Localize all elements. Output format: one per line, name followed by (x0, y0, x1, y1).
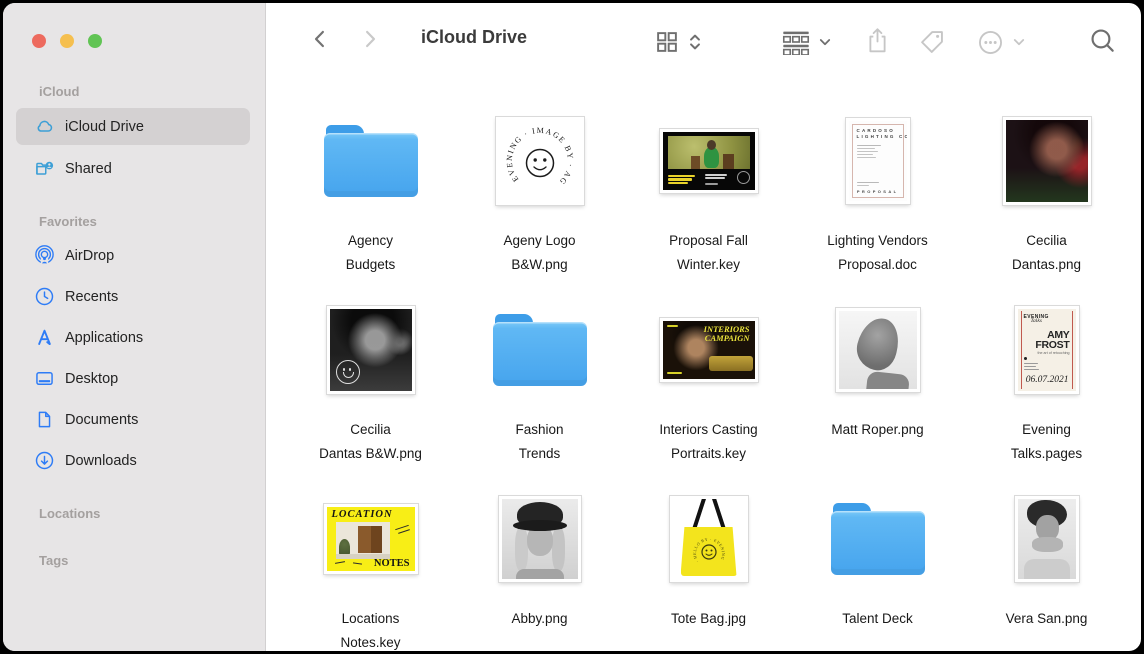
file-item-abby[interactable]: Abby.png (455, 473, 624, 651)
keynote-thumbnail: INTERIORSCAMPAIGN (663, 321, 755, 379)
file-item-proposal-fall-winter[interactable]: Proposal FallWinter.key (624, 95, 793, 284)
sidebar-item-label: Desktop (65, 371, 118, 387)
finder-window: iCloud iCloud Drive Shared Favorites (3, 3, 1141, 651)
folder-icon (831, 503, 925, 575)
keynote-thumbnail (663, 132, 755, 190)
tag-icon[interactable] (918, 28, 946, 56)
image-thumbnail-smiley-stamp: EVENING · IMAGE BY · AGENCY (499, 120, 581, 202)
file-name: Interiors CastingPortraits.key (659, 418, 757, 466)
file-item-matt-roper[interactable]: Matt Roper.png (793, 284, 962, 473)
forward-button[interactable] (359, 28, 381, 50)
sidebar: iCloud iCloud Drive Shared Favorites (3, 3, 266, 651)
file-item-ageny-logo[interactable]: EVENING · IMAGE BY · AGENCY Ageny LogoB&… (455, 95, 624, 284)
file-name: Matt Roper.png (831, 418, 923, 442)
section-header-favorites: Favorites (39, 214, 97, 229)
more-ellipsis-icon[interactable] (977, 29, 1004, 56)
sidebar-item-label: Downloads (65, 453, 137, 469)
pages-thumbnail: EVENING Talks AMYFROST the art of retouc… (1018, 309, 1076, 391)
sidebar-item-label: Documents (65, 412, 138, 428)
app-store-icon (33, 327, 55, 349)
more-chevron-down-icon[interactable] (1011, 34, 1027, 50)
photo-thumbnail (1018, 499, 1076, 579)
view-chevrons-icon[interactable] (687, 31, 703, 53)
document-thumbnail: CARDOSOLIGHTING CO. PROPOSAL (849, 121, 907, 201)
file-name: LocationsNotes.key (340, 607, 400, 651)
sidebar-item-shared[interactable]: Shared (16, 150, 250, 187)
window-title: iCloud Drive (399, 27, 549, 48)
sidebar-item-recents[interactable]: Recents (16, 278, 250, 315)
photo-thumbnail (839, 311, 917, 389)
airdrop-icon (33, 245, 55, 267)
file-grid: AgencyBudgets EVENING · IMAGE BY · AGENC… (286, 95, 1131, 651)
file-name: Abby.png (511, 607, 567, 631)
file-name: Vera San.png (1006, 607, 1088, 631)
close-button[interactable] (32, 34, 46, 48)
file-item-agency-budgets[interactable]: AgencyBudgets (286, 95, 455, 284)
cloud-icon (33, 116, 55, 138)
sidebar-item-label: Recents (65, 289, 118, 305)
sidebar-item-applications[interactable]: Applications (16, 319, 250, 356)
sidebar-item-label: Applications (65, 330, 143, 346)
file-item-interiors-casting[interactable]: INTERIORSCAMPAIGN Interiors CastingPortr… (624, 284, 793, 473)
svg-text:EVENING · IMAGE BY · AGENCY: EVENING · IMAGE BY · AGENCY (499, 120, 575, 187)
group-by-icon[interactable] (781, 29, 811, 55)
file-name: FashionTrends (515, 418, 563, 466)
file-item-cecilia-dantas-bw[interactable]: CeciliaDantas B&W.png (286, 284, 455, 473)
file-item-talent-deck[interactable]: Talent Deck (793, 473, 962, 651)
shared-folder-icon (33, 158, 55, 180)
clock-icon (33, 286, 55, 308)
document-icon (33, 409, 55, 431)
file-item-locations-notes[interactable]: LOCATION NOTES LocationsNotes.key (286, 473, 455, 651)
sidebar-item-documents[interactable]: Documents (16, 401, 250, 438)
sidebar-item-label: iCloud Drive (65, 119, 144, 135)
sidebar-item-icloud-drive[interactable]: iCloud Drive (16, 108, 250, 145)
photo-thumbnail (502, 499, 578, 579)
file-name: EveningTalks.pages (1011, 418, 1082, 466)
minimize-button[interactable] (60, 34, 74, 48)
file-item-evening-talks[interactable]: EVENING Talks AMYFROST the art of retouc… (962, 284, 1131, 473)
desktop-icon (33, 368, 55, 390)
sidebar-item-label: Shared (65, 161, 112, 177)
section-header-tags: Tags (39, 553, 68, 568)
photo-thumbnail: · HELLO BY · EVENING AGENCY (673, 499, 745, 579)
file-name: Tote Bag.jpg (671, 607, 746, 631)
search-icon[interactable] (1089, 27, 1117, 55)
section-header-icloud: iCloud (39, 84, 79, 99)
file-name: Ageny LogoB&W.png (503, 229, 575, 277)
sidebar-item-desktop[interactable]: Desktop (16, 360, 250, 397)
section-header-locations: Locations (39, 506, 100, 521)
grid-view-icon[interactable] (655, 30, 679, 54)
sidebar-item-airdrop[interactable]: AirDrop (16, 237, 250, 274)
file-name: AgencyBudgets (346, 229, 396, 277)
file-name: Talent Deck (842, 607, 913, 631)
file-item-lighting-vendors[interactable]: CARDOSOLIGHTING CO. PROPOSAL Lighting Ve… (793, 95, 962, 284)
folder-icon (493, 314, 587, 386)
file-name: Proposal FallWinter.key (669, 229, 748, 277)
zoom-button[interactable] (88, 34, 102, 48)
folder-icon (324, 125, 418, 197)
photo-thumbnail (1006, 120, 1088, 202)
sidebar-item-downloads[interactable]: Downloads (16, 442, 250, 479)
photo-thumbnail (330, 309, 412, 391)
file-item-fashion-trends[interactable]: FashionTrends (455, 284, 624, 473)
file-name: CeciliaDantas B&W.png (319, 418, 422, 466)
file-item-vera-san[interactable]: Vera San.png (962, 473, 1131, 651)
file-name: CeciliaDantas.png (1012, 229, 1081, 277)
back-button[interactable] (309, 28, 331, 50)
file-item-tote-bag[interactable]: · HELLO BY · EVENING AGENCY Tote Bag.jpg (624, 473, 793, 651)
file-item-cecilia-dantas[interactable]: CeciliaDantas.png (962, 95, 1131, 284)
group-chevron-down-icon[interactable] (817, 34, 833, 50)
file-name: Lighting VendorsProposal.doc (827, 229, 928, 277)
keynote-thumbnail: LOCATION NOTES (327, 507, 415, 571)
download-icon (33, 450, 55, 472)
share-icon[interactable] (864, 26, 891, 56)
sidebar-item-label: AirDrop (65, 248, 114, 264)
